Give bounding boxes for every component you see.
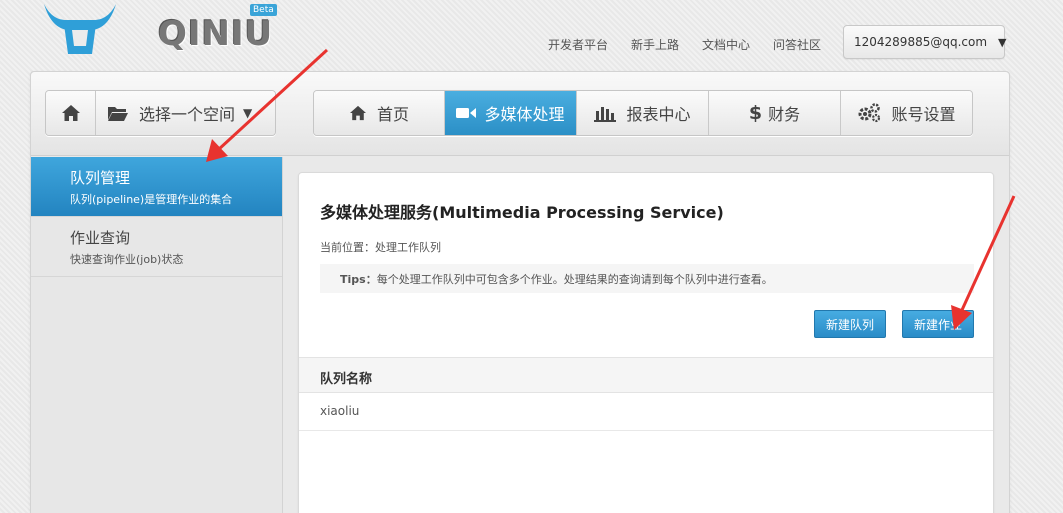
brand-name: QINIU [158, 14, 274, 54]
nav-home-label: 首页 [376, 105, 409, 124]
sidebar-item-title: 队列管理 [70, 169, 131, 187]
bar-chart-icon [594, 104, 617, 122]
link-developer-platform[interactable]: 开发者平台 [548, 36, 608, 53]
sidebar-item-title: 作业查询 [70, 229, 131, 247]
main-panel: 选择一个空间 ▼ 首页 多媒体处理 报表中心 $ 财务 账号设置 队列管理 队列… [30, 71, 1010, 513]
sidebar-item-queue-management[interactable]: 队列管理 队列(pipeline)是管理作业的集合 [31, 157, 282, 217]
table-row[interactable]: xiaoliu [299, 393, 993, 431]
video-camera-icon [456, 106, 477, 120]
content-card: 多媒体处理服务(Multimedia Processing Service) 当… [298, 172, 994, 513]
tips-label: Tips： [340, 273, 377, 286]
table-header-queue-name: 队列名称 [299, 357, 993, 393]
nav-account-label: 账号设置 [891, 105, 956, 124]
breadcrumb-current: 处理工作队列 [375, 241, 441, 254]
nav-media-label: 多媒体处理 [484, 105, 565, 124]
link-getting-started[interactable]: 新手上路 [631, 36, 679, 53]
top-links: 开发者平台 新手上路 文档中心 问答社区 [548, 36, 844, 53]
user-email: 1204289885@qq.com [854, 35, 988, 49]
new-job-button[interactable]: 新建作业 [902, 310, 974, 338]
caret-down-icon: ▼ [998, 35, 1007, 49]
qiniu-logo[interactable]: QINIU Beta [40, 0, 277, 60]
breadcrumb: 当前位置：处理工作队列 [320, 239, 441, 255]
sidebar-item-subtitle: 队列(pipeline)是管理作业的集合 [70, 193, 233, 206]
caret-down-icon: ▼ [243, 106, 253, 120]
space-selector[interactable]: 选择一个空间 ▼ [96, 91, 275, 135]
toolbar: 选择一个空间 ▼ 首页 多媒体处理 报表中心 $ 财务 账号设置 [31, 72, 1009, 156]
tips-text: 每个处理工作队列中可包含多个作业。处理结果的查询请到每个队列中进行查看。 [376, 273, 773, 286]
sidebar: 队列管理 队列(pipeline)是管理作业的集合 作业查询 快速查询作业(jo… [31, 157, 283, 513]
main-nav: 首页 多媒体处理 报表中心 $ 财务 账号设置 [313, 90, 973, 136]
sidebar-item-subtitle: 快速查询作业(job)状态 [70, 253, 184, 266]
tips-box: Tips：每个处理工作队列中可包含多个作业。处理结果的查询请到每个队列中进行查看… [320, 264, 974, 293]
nav-reports[interactable]: 报表中心 [577, 91, 709, 135]
link-qa-community[interactable]: 问答社区 [773, 36, 821, 53]
home-shortcut-button[interactable] [46, 91, 96, 135]
sidebar-item-job-query[interactable]: 作业查询 快速查询作业(job)状态 [31, 217, 282, 277]
nav-account-settings[interactable]: 账号设置 [841, 91, 972, 135]
home-icon [61, 105, 80, 121]
nav-home[interactable]: 首页 [314, 91, 445, 135]
home-icon [349, 105, 367, 121]
nav-media-processing[interactable]: 多媒体处理 [445, 91, 577, 135]
nav-finance[interactable]: $ 财务 [709, 91, 841, 135]
user-dropdown[interactable]: 1204289885@qq.com ▼ [843, 25, 1007, 59]
bull-logo-icon [44, 4, 116, 54]
gears-icon [857, 103, 881, 123]
breadcrumb-label: 当前位置： [320, 241, 375, 254]
beta-badge: Beta [250, 4, 277, 16]
dollar-icon: $ [748, 102, 763, 124]
space-selector-label: 选择一个空间 [139, 105, 236, 124]
space-button-group: 选择一个空间 ▼ [45, 90, 276, 136]
nav-reports-label: 报表中心 [626, 105, 691, 124]
page-title: 多媒体处理服务(Multimedia Processing Service) [320, 203, 724, 222]
link-docs[interactable]: 文档中心 [702, 36, 750, 53]
new-queue-button[interactable]: 新建队列 [814, 310, 886, 338]
nav-finance-label: 财务 [768, 105, 801, 124]
folder-open-icon [107, 104, 129, 122]
